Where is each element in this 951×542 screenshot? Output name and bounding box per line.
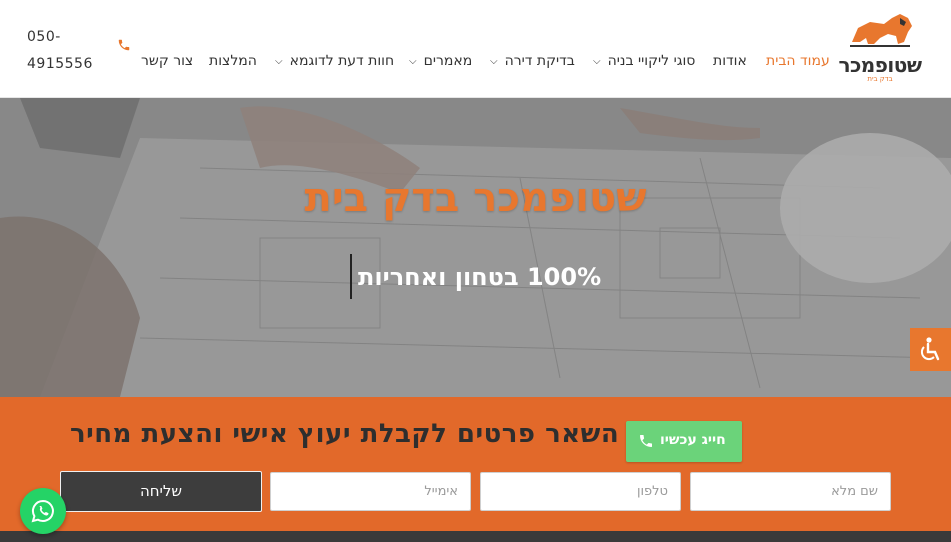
accessibility-icon [920, 337, 940, 361]
chevron-down-icon: ⌵ [275, 56, 283, 67]
nav-about[interactable]: אודות [713, 53, 747, 69]
lion-logo-icon [850, 14, 912, 47]
nav-contact[interactable]: צור קשר [141, 53, 193, 69]
site-logo[interactable]: שטופמכר בדק בית [836, 12, 924, 83]
typing-cursor [350, 254, 352, 299]
nav-apartment-inspection[interactable]: בדיקת דירה⌵ [490, 53, 575, 69]
nav-articles[interactable]: מאמרים⌵ [409, 53, 472, 69]
hero-title: שטופמכר בדק בית [304, 175, 647, 221]
lead-form-section: או השאר פרטים לקבלת יעוץ אישי והצעת מחיר… [0, 397, 951, 531]
full-name-input[interactable] [690, 472, 891, 511]
chevron-down-icon: ⌵ [490, 56, 498, 67]
phone-icon [640, 435, 652, 447]
nav-home[interactable]: עמוד הבית [766, 53, 830, 69]
logo-subtitle: בדק בית [867, 75, 893, 83]
whatsapp-icon [31, 499, 54, 523]
nav-sample-opinion[interactable]: חוות דעת לדוגמא⌵ [275, 53, 394, 69]
logo-name: שטופמכר [838, 53, 922, 77]
hero-section: שטופמכר בדק בית 100% בטחון ואחריות [0, 98, 951, 397]
email-input[interactable] [270, 472, 471, 511]
submit-button[interactable]: שליחה [60, 471, 262, 512]
phone-input[interactable] [480, 472, 681, 511]
call-now-button[interactable]: חייג עכשיו [626, 421, 742, 462]
footer-strip [0, 531, 951, 542]
site-header: שטופמכר בדק בית עמוד הבית אודות סוגי ליק… [0, 0, 951, 98]
phone-number[interactable]: 050- 4915556 [27, 24, 93, 78]
accessibility-button[interactable] [910, 328, 951, 371]
lead-form-heading: או השאר פרטים לקבלת יעוץ אישי והצעת מחיר [70, 419, 658, 449]
whatsapp-button[interactable] [20, 488, 66, 534]
blueprint-background-image [0, 98, 951, 397]
hero-subtitle: 100% בטחון ואחריות [358, 263, 602, 291]
nav-defect-types[interactable]: סוגי ליקויי בניה⌵ [593, 53, 695, 69]
phone-icon[interactable] [117, 38, 131, 52]
chevron-down-icon: ⌵ [409, 56, 417, 67]
call-now-label: חייג עכשיו [660, 432, 726, 448]
nav-recommendations[interactable]: המלצות [209, 53, 257, 69]
chevron-down-icon: ⌵ [593, 56, 601, 67]
